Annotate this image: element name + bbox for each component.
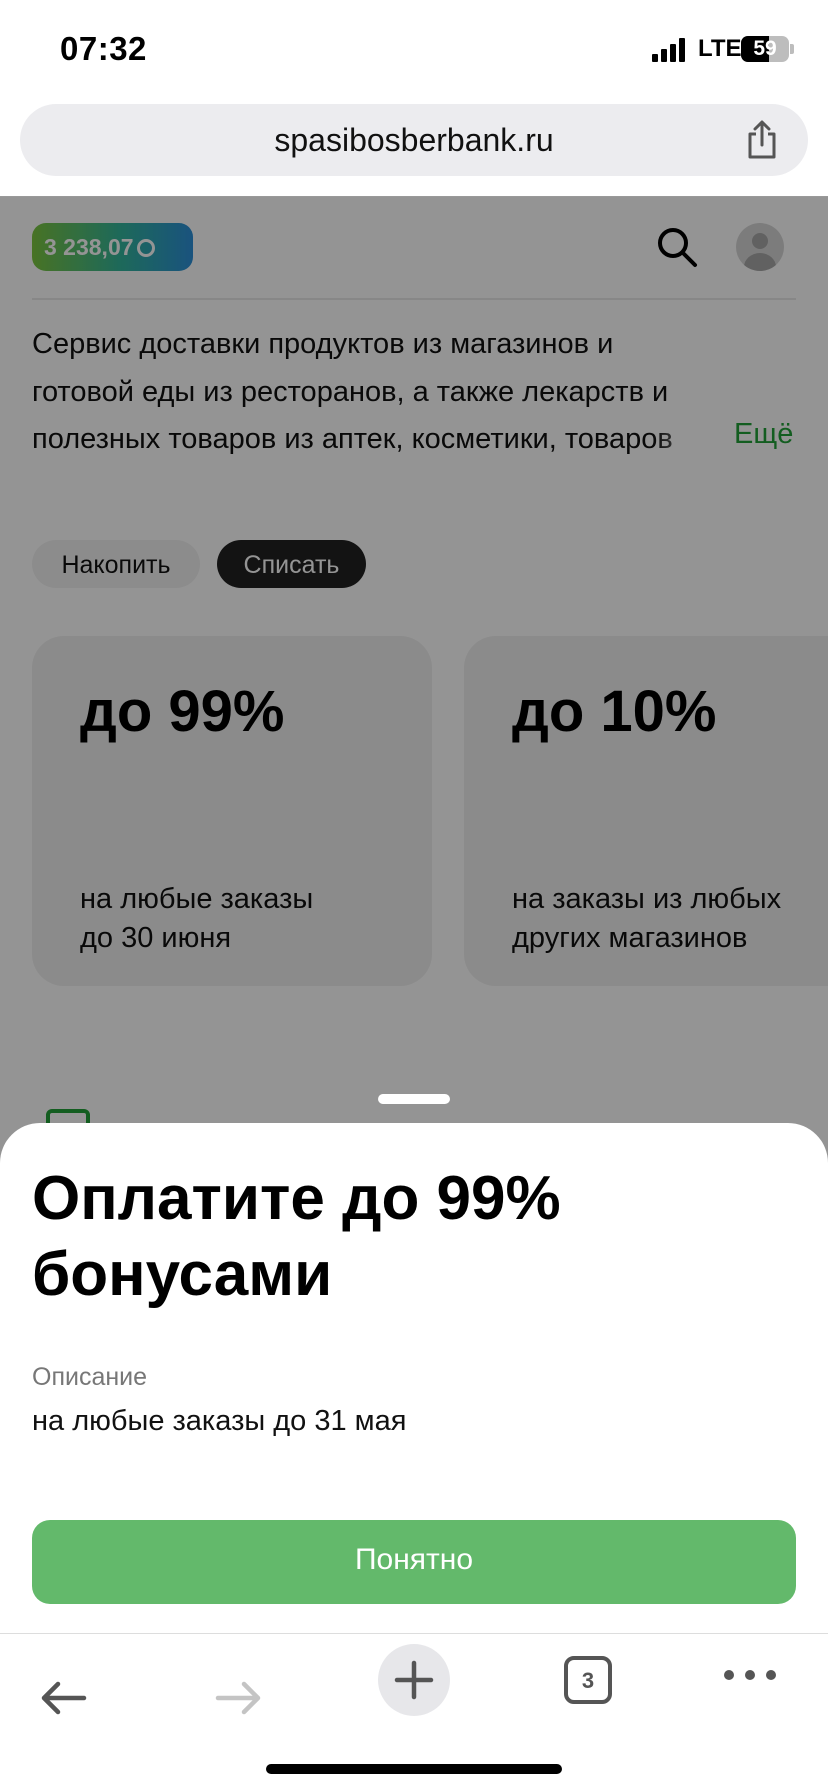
battery-tip [790, 44, 794, 54]
status-time: 07:32 [60, 30, 147, 67]
description-label: Описание [32, 1363, 148, 1391]
signal-icon [652, 38, 688, 62]
forward-icon[interactable] [210, 1670, 266, 1726]
description-value: на любые заказы до 31 мая [32, 1405, 407, 1437]
bottom-sheet: Оплатите до 99% бонусами Описание на люб… [0, 1123, 828, 1633]
sheet-drag-handle[interactable] [378, 1094, 450, 1104]
share-icon[interactable] [744, 120, 780, 160]
url-text[interactable]: spasibosberbank.ru [20, 122, 808, 159]
plus-icon [394, 1660, 434, 1700]
ok-button[interactable]: Понятно [32, 1520, 796, 1604]
sheet-title: Оплатите до 99% бонусами [32, 1164, 561, 1309]
back-icon[interactable] [36, 1670, 92, 1726]
address-bar[interactable]: spasibosberbank.ru [20, 104, 808, 176]
battery-level: 59 [753, 37, 777, 60]
tabs-icon[interactable]: 3 [564, 1656, 612, 1704]
more-icon[interactable] [724, 1664, 776, 1684]
battery-icon: 59 [741, 36, 789, 62]
status-bar: 07:32 LTE 59 [0, 0, 828, 100]
new-tab-button[interactable] [378, 1644, 450, 1716]
home-indicator[interactable] [266, 1764, 562, 1774]
network-label: LTE [698, 35, 742, 62]
